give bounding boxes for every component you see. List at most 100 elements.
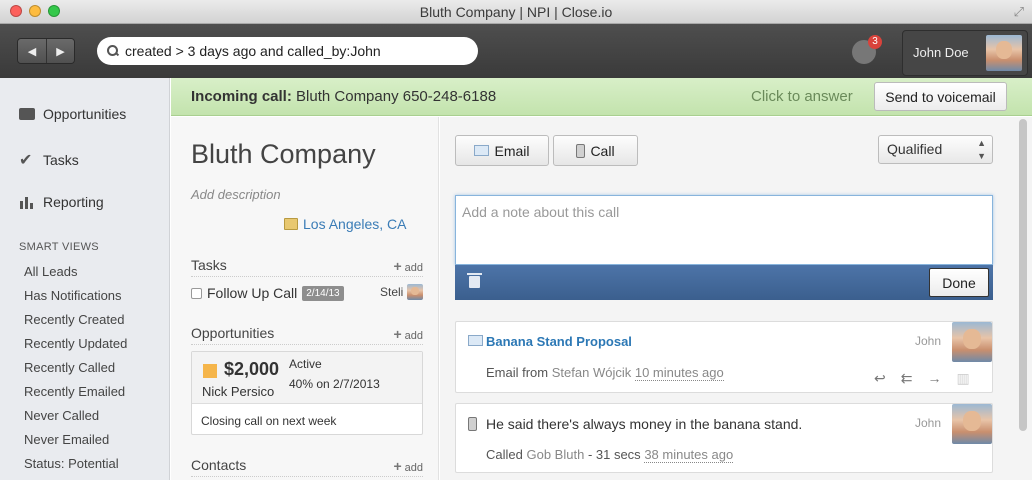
sidebar-item-tasks[interactable]: ✔ Tasks <box>19 150 79 170</box>
reply-all-icon[interactable]: ⇇ <box>901 370 913 387</box>
close-window-button[interactable] <box>10 5 22 17</box>
notification-count-badge: 3 <box>868 35 882 49</box>
select-arrows-icon: ▲ ▼ <box>977 138 986 161</box>
reply-icon[interactable]: ↩ <box>874 370 886 387</box>
tasks-section-header: Tasks + add <box>191 257 423 277</box>
send-to-voicemail-button[interactable]: Send to voicemail <box>874 82 1007 111</box>
opportunity-summary: $2,000 Nick Persico Active 40% on 2/7/20… <box>192 352 422 404</box>
scrollbar[interactable] <box>1016 117 1032 480</box>
top-toolbar: ◀ ▶ created > 3 days ago and called_by:J… <box>0 24 1032 78</box>
author-avatar <box>952 404 992 444</box>
task-item: Follow Up Call 2/14/13 Steli <box>191 284 423 302</box>
window-title: Bluth Company | NPI | Close.io <box>419 4 613 20</box>
smart-view-item[interactable]: All Leads <box>24 264 77 279</box>
scrollbar-thumb[interactable] <box>1019 119 1027 431</box>
add-task-button[interactable]: + add <box>393 258 423 274</box>
task-assignee: Steli <box>380 285 404 299</box>
smart-views-header: SMART VIEWS <box>19 241 99 253</box>
window-controls <box>10 5 60 17</box>
plus-icon: + <box>393 458 402 474</box>
lead-name[interactable]: Bluth Company <box>191 139 376 170</box>
activity-title[interactable]: Banana Stand Proposal <box>486 334 632 349</box>
smart-view-item[interactable]: Recently Emailed <box>24 384 125 399</box>
sidebar-item-label: Opportunities <box>43 106 127 122</box>
lead-status-value: Qualified <box>887 141 943 157</box>
zoom-window-button[interactable] <box>48 5 60 17</box>
user-menu[interactable]: John Doe <box>902 30 1028 76</box>
add-contact-button[interactable]: + add <box>393 458 423 474</box>
smart-view-item[interactable]: Never Emailed <box>24 432 109 447</box>
add-label: add <box>404 462 423 474</box>
sidebar: Opportunities ✔ Tasks Reporting SMART VI… <box>0 78 170 480</box>
trash-icon[interactable] <box>467 273 482 288</box>
add-label: add <box>404 330 423 342</box>
phone-icon <box>576 143 586 158</box>
activity-timestamp: 10 minutes ago <box>634 365 724 381</box>
sidebar-item-reporting[interactable]: Reporting <box>19 194 104 210</box>
task-checkbox[interactable] <box>191 287 202 299</box>
opportunity-confidence: 40% on 2/7/2013 <box>289 377 380 391</box>
search-icon <box>107 45 119 57</box>
location-text: Los Angeles, CA <box>303 216 407 232</box>
location-link[interactable]: Los Angeles, CA <box>284 216 407 232</box>
phone-icon <box>468 417 477 431</box>
smart-view-item[interactable]: Recently Called <box>24 360 115 375</box>
lead-status-select[interactable]: Qualified ▲ ▼ <box>878 135 993 164</box>
avatar <box>986 35 1022 71</box>
call-note-input[interactable]: Add a note about this call <box>455 195 993 265</box>
description-placeholder[interactable]: Add description <box>191 187 281 202</box>
opportunity-card[interactable]: $2,000 Nick Persico Active 40% on 2/7/20… <box>191 351 423 435</box>
incoming-call-label: Incoming call: <box>191 88 292 105</box>
click-to-answer-link[interactable]: Click to answer <box>751 78 853 115</box>
envelope-icon <box>468 335 483 346</box>
activity-author: John <box>915 416 942 430</box>
call-button-label: Call <box>590 142 615 159</box>
back-button[interactable]: ◀ <box>18 39 46 63</box>
notifications-button[interactable]: 3 <box>852 35 882 64</box>
forward-icon[interactable]: → <box>927 370 941 387</box>
email-button[interactable]: Email <box>455 135 549 166</box>
plus-icon: + <box>393 326 402 342</box>
delete-icon[interactable]: ▥ <box>956 370 969 387</box>
activity-item-email[interactable]: Banana Stand Proposal John Email from St… <box>455 321 993 393</box>
activity-meta-name: Stefan Wójcik <box>551 365 632 380</box>
sidebar-item-opportunities[interactable]: Opportunities <box>19 106 126 122</box>
search-query[interactable]: created > 3 days ago and called_by:John <box>125 43 381 59</box>
smart-view-item[interactable]: Recently Created <box>24 312 124 327</box>
forward-button[interactable]: ▶ <box>46 39 74 63</box>
contacts-section-header: Contacts + add <box>191 457 423 477</box>
assignee-avatar <box>407 284 423 300</box>
activity-meta-name: Gob Bluth <box>526 447 585 462</box>
author-avatar <box>952 322 992 362</box>
smart-view-item[interactable]: Status: Potential <box>24 456 119 471</box>
bar-chart-icon <box>20 197 33 209</box>
arrow-left-icon: ◀ <box>27 45 37 58</box>
note-toolbar: Done <box>455 265 993 300</box>
user-name: John Doe <box>913 45 969 60</box>
smart-view-item[interactable]: Has Notifications <box>24 288 122 303</box>
briefcase-icon <box>19 108 35 120</box>
opportunity-note: Closing call on next week <box>201 414 337 428</box>
opportunity-status: Active <box>289 357 322 371</box>
opportunities-title: Opportunities <box>191 325 275 341</box>
email-actions: ↩ ⇇ → ▥ <box>874 370 970 387</box>
activity-item-call[interactable]: He said there's always money in the bana… <box>455 403 993 473</box>
activity-timestamp: 38 minutes ago <box>644 447 734 463</box>
search-input[interactable]: created > 3 days ago and called_by:John <box>97 37 478 65</box>
caller-info: Bluth Company 650-248-6188 <box>296 88 497 105</box>
task-label[interactable]: Follow Up Call <box>207 285 297 301</box>
activity-meta-prefix: Email from <box>486 365 549 380</box>
add-opportunity-button[interactable]: + add <box>393 326 423 342</box>
done-button[interactable]: Done <box>929 268 989 297</box>
fullscreen-icon[interactable]: ⤢ <box>1014 4 1024 20</box>
call-button[interactable]: Call <box>553 135 638 166</box>
arrow-right-icon: ▶ <box>56 45 65 58</box>
minimize-window-button[interactable] <box>29 5 41 17</box>
history-nav: ◀ ▶ <box>17 38 75 64</box>
smart-view-item[interactable]: Never Called <box>24 408 99 423</box>
sidebar-item-label: Tasks <box>43 152 79 168</box>
tasks-title: Tasks <box>191 257 227 273</box>
incoming-call-text: Incoming call: Bluth Company 650-248-618… <box>191 78 496 115</box>
contacts-title: Contacts <box>191 457 247 473</box>
smart-view-item[interactable]: Recently Updated <box>24 336 127 351</box>
